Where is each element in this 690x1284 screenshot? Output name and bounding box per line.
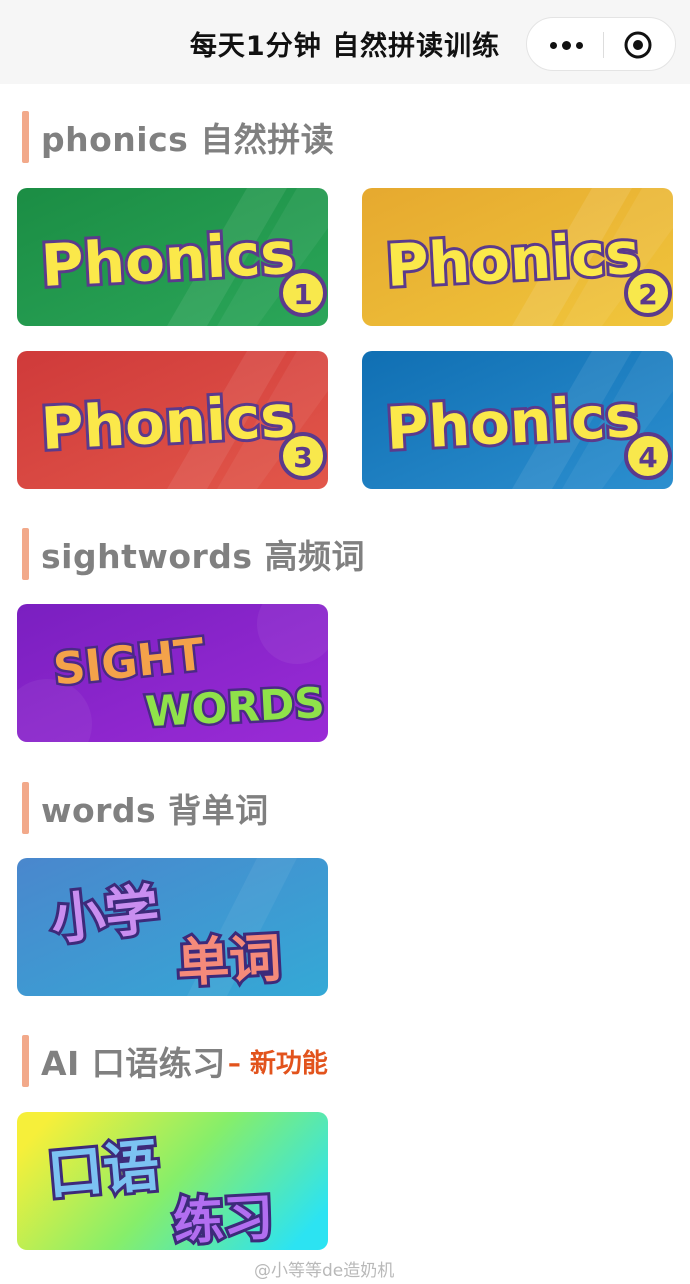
oral-text: 口语 [45, 1133, 162, 1208]
mini-program-capsule [526, 17, 676, 71]
words-text: WORDS [144, 678, 326, 736]
section-title-ai-speaking: AI 口语练习 – 新功能 [22, 1035, 328, 1087]
section-heading: AI 口语练习 [41, 1044, 226, 1083]
section-title-phonics: phonics 自然拼读 [22, 111, 334, 163]
level-number: 1 [293, 278, 312, 311]
section-accent-bar [22, 528, 29, 580]
phonics-1-card[interactable]: Phonics 1 [17, 188, 328, 326]
phonics-4-card[interactable]: Phonics 4 [362, 351, 673, 489]
section-accent-bar [22, 1035, 29, 1087]
section-accent-bar [22, 782, 29, 834]
sightwords-card[interactable]: SIGHT WORDS [17, 604, 328, 742]
target-circle-icon[interactable] [623, 30, 653, 60]
section-heading: words 背单词 [41, 791, 269, 830]
vocabulary-text: 单词 [176, 929, 283, 994]
primary-school-text: 小学 [48, 878, 162, 952]
section-heading: sightwords 高频词 [41, 537, 366, 576]
section-title-sightwords: sightwords 高频词 [22, 528, 365, 580]
level-number: 3 [293, 441, 312, 474]
more-dots-icon[interactable] [527, 18, 605, 72]
capsule-divider [603, 32, 604, 58]
level-number: 2 [638, 278, 657, 311]
speaking-practice-card[interactable]: 口语 练习 [17, 1112, 328, 1250]
phonics-word: Phonics [39, 382, 296, 463]
phonics-word: Phonics [384, 219, 641, 300]
practice-text: 练习 [172, 1188, 275, 1250]
new-feature-tag: – 新功能 [227, 1048, 328, 1079]
primary-words-card[interactable]: 小学 单词 [17, 858, 328, 996]
section-heading: phonics 自然拼读 [41, 120, 335, 159]
nav-bar: 每天1分钟 自然拼读训练 [0, 0, 690, 84]
phonics-2-card[interactable]: Phonics 2 [362, 188, 673, 326]
phonics-word: Phonics [39, 219, 296, 300]
weibo-watermark: @小等等de造奶机 [254, 1261, 395, 1281]
level-number: 4 [638, 441, 657, 474]
section-accent-bar [22, 111, 29, 163]
section-title-words: words 背单词 [22, 782, 269, 834]
phonics-3-card[interactable]: Phonics 3 [17, 351, 328, 489]
phonics-word: Phonics [384, 382, 641, 463]
